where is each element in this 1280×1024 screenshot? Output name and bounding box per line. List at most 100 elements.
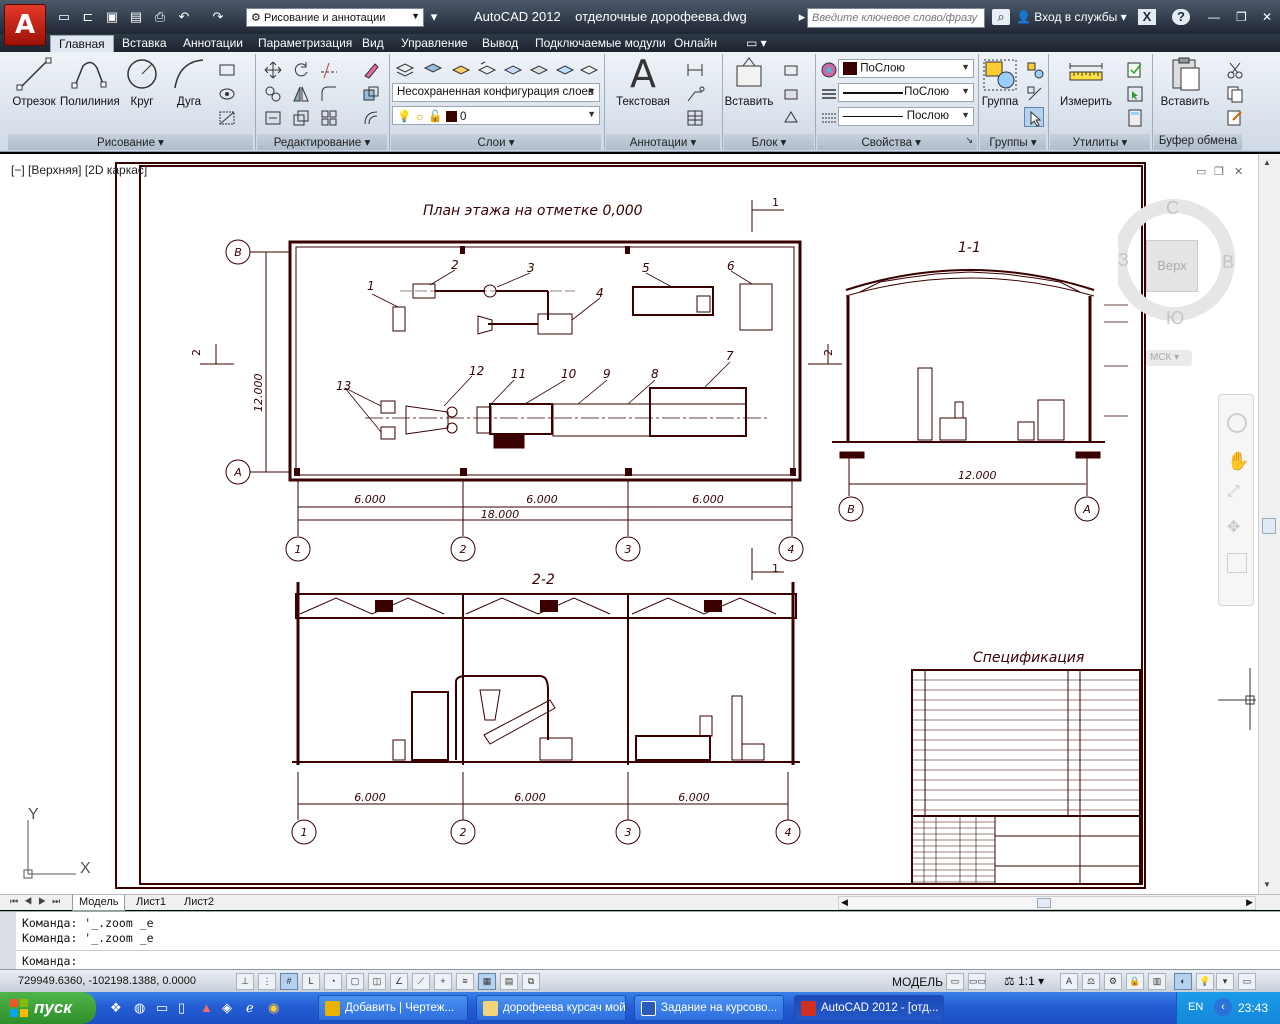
undo-icon[interactable]: ↶: [176, 9, 192, 25]
application-menu-button[interactable]: A: [4, 4, 46, 46]
quicklaunch-app-icon[interactable]: ◈: [222, 1000, 232, 1016]
polar-toggle[interactable]: ◔: [324, 973, 342, 990]
quicklaunch-autocad-icon[interactable]: ▲: [200, 1000, 213, 1015]
polyline-button[interactable]: Полилиния: [60, 56, 120, 108]
tab-annotate[interactable]: Аннотации: [175, 35, 251, 52]
lock-ui-icon[interactable]: 🔒: [1126, 973, 1144, 990]
attribute-tool[interactable]: [780, 107, 800, 127]
isolate-objects-icon[interactable]: ◐: [1174, 973, 1192, 990]
tab-plugins[interactable]: Подключаемые модули: [527, 35, 674, 52]
viewcube-top-face[interactable]: Верх: [1146, 240, 1198, 292]
annotation-panel-title[interactable]: Аннотации ▾: [606, 134, 720, 150]
quick-view-layouts-icon[interactable]: ▭: [946, 973, 964, 990]
compass-east[interactable]: В: [1222, 252, 1234, 273]
drawing-canvas[interactable]: План этажа на отметке 0,000 1 2 3 4 5 6 …: [0, 154, 1258, 894]
offset-tool[interactable]: [360, 107, 380, 127]
viewcube[interactable]: С Ю З В Верх МСК ▾: [1113, 188, 1258, 368]
workspace-switching-icon[interactable]: ⚙: [1104, 973, 1122, 990]
text-button[interactable]: A Текстовая: [614, 55, 672, 108]
viewport-controls-label[interactable]: [−] [Верхняя] [2D каркас]: [11, 163, 147, 177]
tab-online[interactable]: Онлайн: [666, 35, 725, 52]
transparency-toggle[interactable]: ▦: [478, 973, 496, 990]
tab-manage[interactable]: Управление: [393, 35, 476, 52]
scroll-up-icon[interactable]: ▲: [1263, 158, 1271, 167]
group-edit-tool[interactable]: [1024, 83, 1044, 103]
compass-west[interactable]: З: [1118, 250, 1129, 271]
line-button[interactable]: Отрезок: [10, 56, 58, 108]
taskbar-item-word[interactable]: Задание на курсово...: [634, 995, 784, 1021]
binoculars-icon[interactable]: ⌕: [992, 9, 1010, 25]
quicklaunch-ie-icon[interactable]: ◍: [134, 1000, 145, 1016]
layer-state-dropdown[interactable]: Несохраненная конфигурация слоев ▼: [392, 83, 600, 102]
exchange-icon[interactable]: X: [1138, 9, 1156, 25]
status-menu-icon[interactable]: ▾: [1216, 973, 1234, 990]
viewport-close-icon[interactable]: ✕: [1234, 165, 1243, 178]
color-dropdown[interactable]: ПоСлою ▼: [838, 59, 974, 78]
rectangle-tool[interactable]: [216, 59, 236, 79]
tab-output[interactable]: Вывод: [474, 35, 526, 52]
auto-scale-icon[interactable]: ⚖: [1082, 973, 1100, 990]
new-file-icon[interactable]: ▭: [56, 9, 72, 25]
layer-freeze-tool[interactable]: [554, 59, 575, 79]
group-button[interactable]: Группа: [980, 56, 1020, 108]
create-block-tool[interactable]: [780, 59, 800, 79]
quicklaunch-chrome-icon[interactable]: ◉: [268, 1000, 279, 1016]
quicklaunch-desktop-icon[interactable]: ▭: [156, 1000, 168, 1016]
quicklaunch-media-icon[interactable]: ▯: [178, 1000, 185, 1016]
ribbon-toggle-icon[interactable]: ▭ ▾: [738, 35, 775, 52]
groups-panel-title[interactable]: Группы ▾: [980, 134, 1046, 150]
coordinates-readout[interactable]: 729949.6360, -102198.1388, 0.0000: [18, 975, 196, 987]
tab-view[interactable]: Вид: [354, 35, 392, 52]
arc-button[interactable]: Дуга: [168, 56, 210, 108]
properties-panel-title[interactable]: Свойства ▾ ↘: [817, 134, 977, 150]
scroll-thumb[interactable]: [1262, 518, 1276, 534]
tab-layout2[interactable]: Лист2: [178, 895, 220, 911]
current-layer-dropdown[interactable]: 💡 ☼ 🔓 0 ▼: [392, 106, 600, 125]
scale-tool[interactable]: [290, 107, 310, 127]
hatch-tool[interactable]: [216, 83, 236, 103]
compass-north[interactable]: С: [1166, 198, 1179, 219]
utilities-panel-title[interactable]: Утилиты ▾: [1050, 134, 1150, 150]
rotate-tool[interactable]: [290, 59, 310, 79]
tab-parametric[interactable]: Параметризация: [250, 35, 360, 52]
dyn-toggle[interactable]: +: [434, 973, 452, 990]
ucs-menu[interactable]: МСК ▾: [1146, 350, 1192, 366]
select-all-tool[interactable]: [1124, 83, 1144, 103]
quick-properties-toggle[interactable]: ▤: [500, 973, 518, 990]
measure-button[interactable]: Измерить: [1056, 56, 1116, 108]
zoom-extents-icon[interactable]: ⤢: [1227, 483, 1240, 501]
quicklaunch-ie2-icon[interactable]: ℯ: [246, 1000, 254, 1016]
annotation-visibility-icon[interactable]: A: [1060, 973, 1078, 990]
tab-layout1[interactable]: Лист1: [130, 895, 172, 911]
layers-panel-title[interactable]: Слои ▾: [391, 134, 601, 150]
move-tool[interactable]: [262, 59, 282, 79]
ortho-toggle[interactable]: L: [302, 973, 320, 990]
lineweight-toggle[interactable]: ≡: [456, 973, 474, 990]
circle-button[interactable]: Круг: [122, 56, 162, 108]
tab-insert[interactable]: Вставка: [114, 35, 175, 52]
layer-state-tool[interactable]: [422, 59, 443, 79]
command-window-handle[interactable]: [0, 912, 16, 970]
taskbar-item-chrome[interactable]: Добавить | Чертеж...: [318, 995, 468, 1021]
clean-screen-icon[interactable]: ▭: [1238, 973, 1256, 990]
stretch-tool[interactable]: [262, 107, 282, 127]
orbit-icon[interactable]: ✥: [1227, 517, 1240, 537]
model-space-button[interactable]: МОДЕЛЬ: [892, 975, 943, 989]
selection-cycling-toggle[interactable]: ⧉: [522, 973, 540, 990]
trim-tool[interactable]: [318, 59, 338, 79]
open-file-icon[interactable]: ⊏: [80, 9, 96, 25]
save-as-icon[interactable]: ▤: [128, 9, 144, 25]
plot-icon[interactable]: ⎙: [152, 9, 168, 25]
help-icon[interactable]: ?: [1172, 9, 1190, 25]
showmotion-icon[interactable]: [1227, 553, 1247, 573]
edit-block-tool[interactable]: [780, 83, 800, 103]
copy-tool[interactable]: [262, 83, 282, 103]
quick-access-menu-icon[interactable]: ▾: [426, 9, 442, 25]
array-tool[interactable]: [318, 107, 338, 127]
tab-home[interactable]: Главная: [50, 35, 114, 52]
restore-window-button[interactable]: ❐: [1236, 10, 1247, 24]
steering-wheel-icon[interactable]: [1227, 413, 1247, 433]
horizontal-scrollbar[interactable]: ◀ ▶: [838, 896, 1256, 910]
taskbar-item-folder[interactable]: дорофеева курсач мой: [476, 995, 626, 1021]
explode-tool[interactable]: [360, 83, 380, 103]
